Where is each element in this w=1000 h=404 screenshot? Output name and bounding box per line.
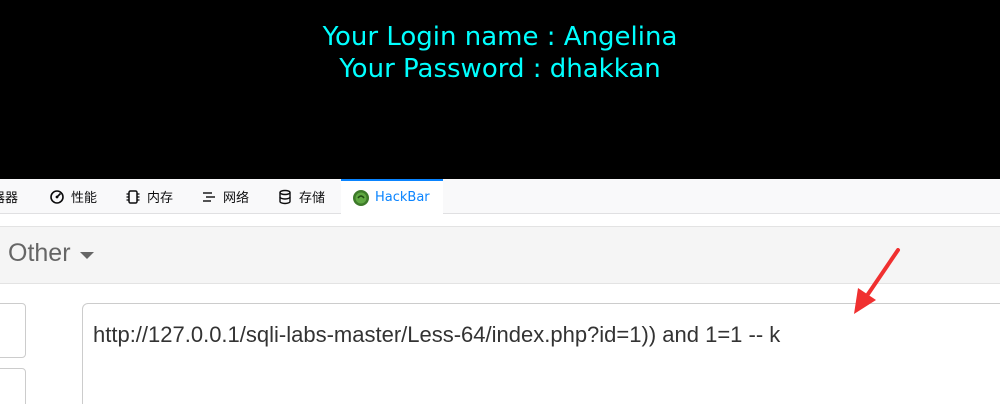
tab-performance-label: 性能 [71,191,98,206]
result-panel: Your Login name : Angelina Your Password… [0,0,1000,179]
tab-memory[interactable]: 内存 [124,179,173,214]
other-menu-label: Other [8,239,71,267]
url-textarea[interactable]: http://127.0.0.1/sqli-labs-master/Less-6… [82,303,1000,404]
page: Your Login name : Angelina Your Password… [0,0,1000,404]
tab-storage-label: 存储 [299,191,326,206]
login-name-text: Your Login name : Angelina [322,22,678,52]
tab-memory-label: 内存 [147,191,174,206]
tab-hackbar[interactable]: HackBar [341,179,443,214]
hackbar-icon [352,189,370,207]
split-url-button[interactable] [0,368,26,404]
load-url-button[interactable] [0,303,26,358]
tab-performance[interactable]: 性能 [48,179,97,214]
tab-network[interactable]: 网络 [200,179,249,214]
tab-storage[interactable]: 存储 [276,179,325,214]
performance-icon [48,188,66,206]
red-arrow-annotation-icon [854,248,900,314]
memory-icon [124,188,142,206]
tab-network-label: 网络 [223,191,250,206]
tab-debugger[interactable]: 器器 [0,179,18,214]
other-menu-button[interactable]: Other [8,239,94,268]
password-text: Your Password : dhakkan [339,54,661,84]
url-value: http://127.0.0.1/sqli-labs-master/Less-6… [93,322,781,347]
tab-debugger-label: 器器 [0,191,19,206]
devtools-tabbar: 器器 性能 [0,179,1000,214]
storage-icon [276,188,294,206]
caret-down-icon [79,251,94,259]
network-icon [200,188,218,206]
tab-hackbar-label: HackBar [375,190,430,205]
